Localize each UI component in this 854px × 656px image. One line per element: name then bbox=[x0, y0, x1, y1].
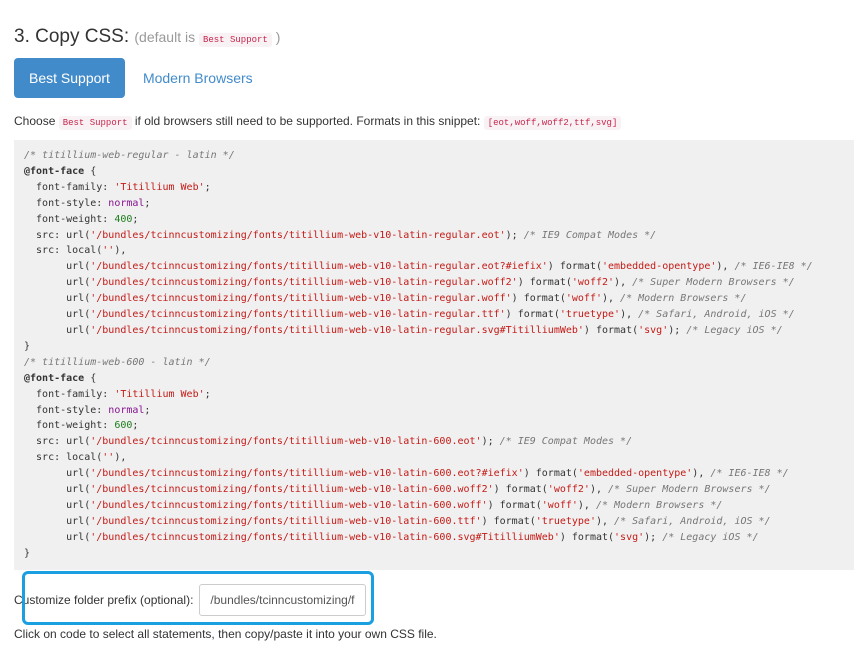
code-line: /* titillium-web-600 - latin */ bbox=[24, 356, 211, 368]
code-line: url('/bundles/tcinncustomizing/fonts/tit… bbox=[24, 484, 771, 496]
code-line: url('/bundles/tcinncustomizing/fonts/tit… bbox=[24, 515, 771, 527]
code-line: src: url('/bundles/tcinncustomizing/font… bbox=[24, 436, 633, 448]
choose-code: Best Support bbox=[58, 116, 132, 130]
code-line: } bbox=[24, 547, 31, 559]
step-title: 3. Copy CSS: (default is Best Support ) bbox=[14, 26, 280, 48]
choose-prefix: Choose bbox=[14, 114, 56, 128]
tab-best-support[interactable]: Best Support bbox=[14, 58, 125, 98]
formats-code: [eot,woff,woff2,ttf,svg] bbox=[483, 116, 622, 130]
code-line: url('/bundles/tcinncustomizing/fonts/tit… bbox=[24, 324, 783, 336]
code-line: src: local(''), bbox=[24, 245, 127, 257]
code-line: url('/bundles/tcinncustomizing/fonts/tit… bbox=[24, 261, 813, 273]
code-line: src: local(''), bbox=[24, 452, 127, 464]
prefix-label: Customize folder prefix (optional): bbox=[14, 593, 194, 607]
code-line: url('/bundles/tcinncustomizing/fonts/tit… bbox=[24, 293, 747, 305]
code-line: url('/bundles/tcinncustomizing/fonts/tit… bbox=[24, 277, 795, 289]
code-line: src: url('/bundles/tcinncustomizing/font… bbox=[24, 229, 657, 241]
code-line: @font-face { bbox=[24, 372, 97, 384]
code-line: font-weight: 400; bbox=[24, 213, 139, 225]
code-line: font-style: normal; bbox=[24, 404, 151, 416]
default-hint-prefix: (default is bbox=[134, 29, 196, 45]
step-heading: 3. Copy CSS: bbox=[14, 26, 130, 47]
code-line: @font-face { bbox=[24, 165, 97, 177]
code-line: /* titillium-web-regular - latin */ bbox=[24, 150, 235, 161]
code-line: font-family: 'Titillium Web'; bbox=[24, 181, 211, 193]
prefix-input[interactable] bbox=[199, 584, 367, 616]
tab-modern-browsers[interactable]: Modern Browsers bbox=[128, 58, 268, 98]
code-line: url('/bundles/tcinncustomizing/fonts/tit… bbox=[24, 499, 723, 511]
format-tabs: Best Support Modern Browsers bbox=[14, 58, 268, 98]
code-line: url('/bundles/tcinncustomizing/fonts/tit… bbox=[24, 531, 759, 543]
footer-note: Click on code to select all statements, … bbox=[14, 627, 437, 641]
default-hint: (default is Best Support ) bbox=[134, 29, 281, 47]
default-value-code: Best Support bbox=[198, 33, 272, 47]
css-code-block[interactable]: /* titillium-web-regular - latin */ @fon… bbox=[14, 140, 854, 570]
choose-middle: if old browsers still need to be support… bbox=[134, 114, 481, 128]
code-line: url('/bundles/tcinncustomizing/fonts/tit… bbox=[24, 468, 789, 480]
code-line: font-family: 'Titillium Web'; bbox=[24, 388, 211, 400]
default-hint-suffix: ) bbox=[275, 29, 281, 45]
code-line: font-weight: 600; bbox=[24, 420, 139, 432]
choose-description: Choose Best Support if old browsers stil… bbox=[14, 114, 622, 130]
prefix-row: Customize folder prefix (optional): bbox=[14, 583, 367, 617]
code-line: } bbox=[24, 340, 31, 352]
code-line: url('/bundles/tcinncustomizing/fonts/tit… bbox=[24, 309, 795, 321]
page: 3. Copy CSS: (default is Best Support ) … bbox=[0, 0, 854, 656]
code-line: font-style: normal; bbox=[24, 197, 151, 209]
